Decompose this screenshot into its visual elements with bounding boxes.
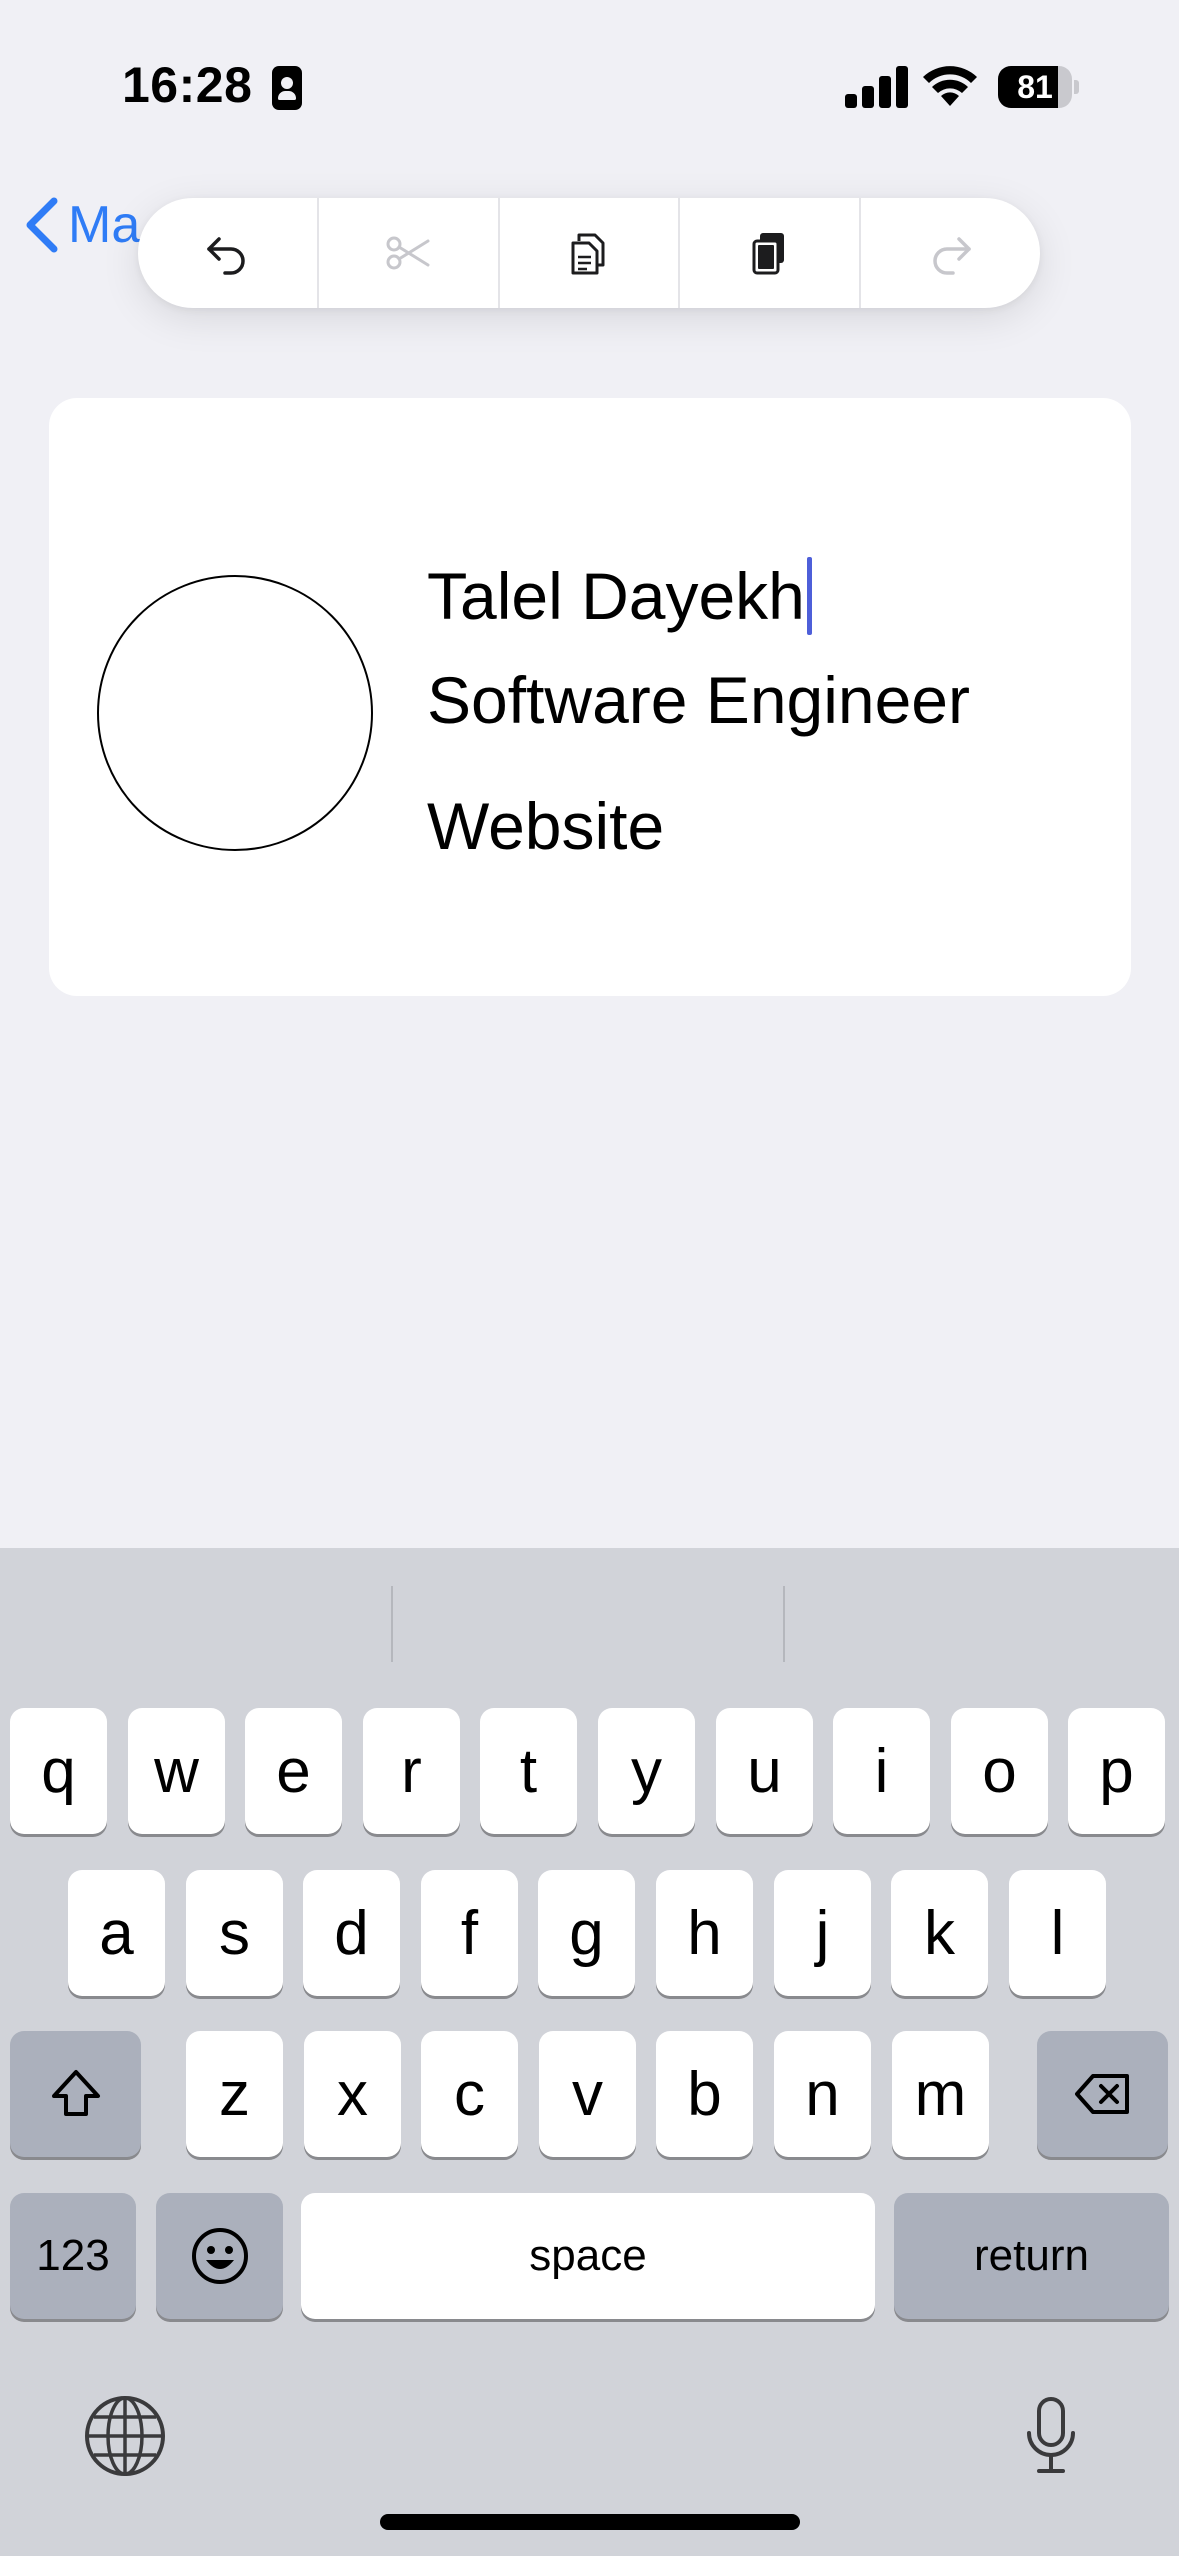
undo-button[interactable] [138,198,319,308]
status-bar: 16:28 81 [0,0,1179,140]
redo-button[interactable] [861,198,1040,308]
key-q[interactable]: q [10,1708,107,1834]
return-key[interactable]: return [894,2193,1169,2319]
predictive-divider [783,1586,785,1662]
numbers-key[interactable]: 123 [10,2193,136,2319]
key-a[interactable]: a [68,1870,165,1996]
key-y[interactable]: y [598,1708,695,1834]
key-e[interactable]: e [245,1708,342,1834]
paste-button[interactable] [680,198,862,308]
space-key[interactable]: space [301,2193,875,2319]
copy-button[interactable] [500,198,681,308]
job-title-field[interactable]: Software Engineer [427,660,970,740]
key-n[interactable]: n [774,2031,871,2157]
back-label: Ma [68,196,141,254]
paste-icon [752,233,784,275]
copy-icon [571,233,605,275]
key-g[interactable]: g [538,1870,635,1996]
key-j[interactable]: j [774,1870,871,1996]
name-text: Talel Dayekh [427,559,805,633]
predictive-bar [0,1548,1179,1698]
back-chevron-icon [26,197,58,253]
key-x[interactable]: x [304,2031,401,2157]
key-z[interactable]: z [186,2031,283,2157]
undo-icon [207,237,246,275]
text-caret [806,557,812,635]
contact-card-icon [272,66,302,110]
key-d[interactable]: d [303,1870,400,1996]
key-k[interactable]: k [891,1870,988,1996]
shift-icon [51,2070,100,2116]
key-w[interactable]: w [128,1708,225,1834]
key-r[interactable]: r [363,1708,460,1834]
edit-menu [138,198,1040,308]
emoji-key[interactable] [156,2193,283,2319]
key-f[interactable]: f [421,1870,518,1996]
status-time: 16:28 [122,57,253,113]
delete-key[interactable] [1037,2031,1168,2157]
key-c[interactable]: c [421,2031,518,2157]
delete-icon [1074,2074,1129,2114]
business-card: Talel Dayekh Software Engineer Website [49,398,1131,996]
signal-icon [845,64,909,108]
back-button[interactable]: Ma [22,190,140,260]
battery-level: 81 [1017,69,1053,105]
predictive-divider [391,1586,393,1662]
emoji-icon [191,2228,248,2284]
key-l[interactable]: l [1009,1870,1106,1996]
redo-icon [932,237,971,275]
name-field[interactable]: Talel Dayekh [427,556,812,636]
wifi-icon [923,66,977,106]
cut-icon [386,236,430,270]
mic-icon [1027,2397,1075,2473]
key-v[interactable]: v [539,2031,636,2157]
key-o[interactable]: o [951,1708,1048,1834]
key-m[interactable]: m [892,2031,989,2157]
key-p[interactable]: p [1068,1708,1165,1834]
screen: 16:28 81 Ma Talel Dayekh Software Engine… [0,0,1179,2556]
key-b[interactable]: b [656,2031,753,2157]
key-h[interactable]: h [656,1870,753,1996]
shift-key[interactable] [10,2031,141,2157]
cut-button[interactable] [319,198,500,308]
key-u[interactable]: u [716,1708,813,1834]
battery-icon: 81 [998,66,1079,108]
avatar-placeholder[interactable] [97,575,373,851]
globe-button[interactable] [70,2381,180,2491]
home-indicator [380,2514,800,2530]
website-field[interactable]: Website [427,786,664,866]
globe-icon [85,2396,165,2476]
key-s[interactable]: s [186,1870,283,1996]
key-t[interactable]: t [480,1708,577,1834]
key-i[interactable]: i [833,1708,930,1834]
microphone-button[interactable] [996,2381,1106,2491]
